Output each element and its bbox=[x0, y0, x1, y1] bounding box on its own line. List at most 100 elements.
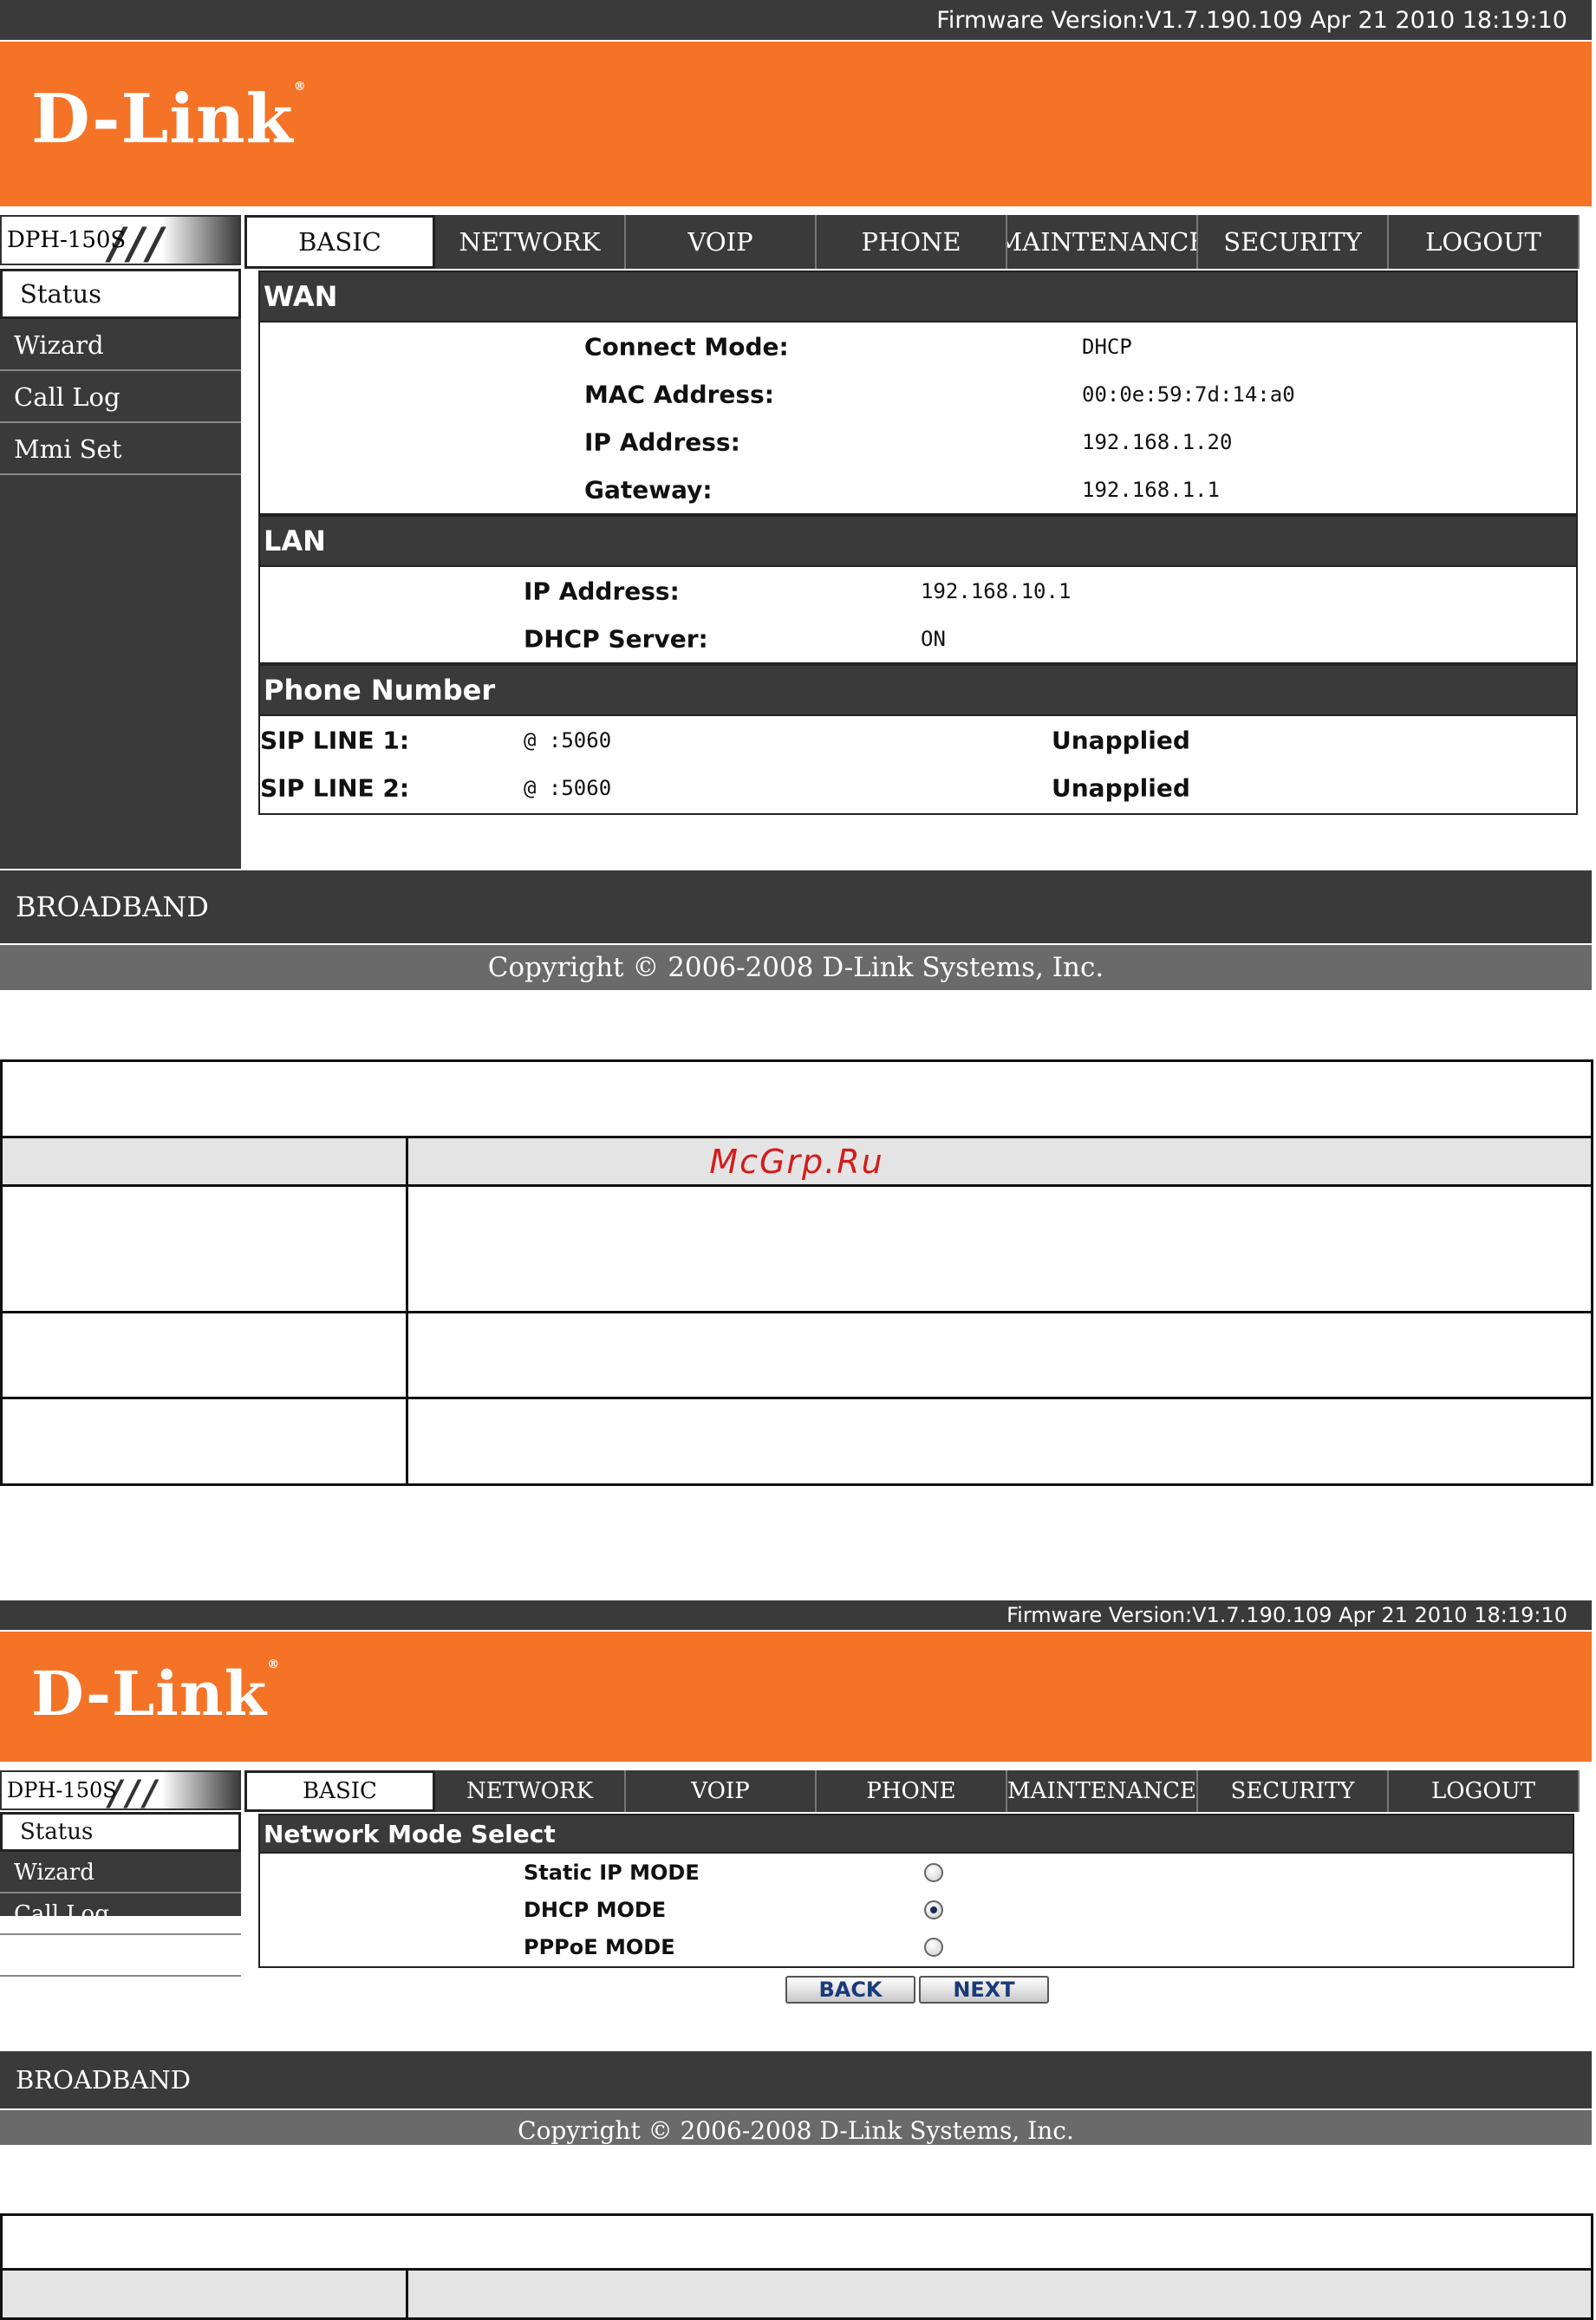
sidebar-item-wizard[interactable]: Wizard bbox=[0, 1854, 241, 1893]
tab-security[interactable]: SECURITY bbox=[1198, 215, 1389, 269]
wan-gateway-value: 192.168.1.1 bbox=[1082, 477, 1220, 502]
firmware-bar: Firmware Version:V1.7.190.109 Apr 21 201… bbox=[0, 0, 1592, 40]
sidebar-item-mmi-set[interactable]: Mmi Set bbox=[0, 1937, 241, 1977]
sidebar-item-mmi-set[interactable]: Mmi Set bbox=[0, 425, 241, 475]
copyright-text: Copyright © 2006-2008 D-Link Systems, In… bbox=[487, 952, 1104, 983]
mode-option-row: PPPoE MODE bbox=[260, 1928, 1573, 1965]
doc-table-cell bbox=[3, 1313, 408, 1397]
network-mode-header: Network Mode Select bbox=[260, 1815, 1573, 1854]
wan-ip-value: 192.168.1.20 bbox=[1082, 429, 1233, 454]
next-button[interactable]: NEXT bbox=[919, 1976, 1049, 2004]
broadband-label: BROADBAND bbox=[16, 2065, 191, 2095]
sidebar-item-call-log[interactable]: Call Log bbox=[0, 1895, 241, 1935]
mode-option-row: DHCP MODE bbox=[260, 1891, 1573, 1928]
sip-line-1-status: Unapplied bbox=[1052, 726, 1190, 754]
copyright-bar: Copyright © 2006-2008 D-Link Systems, In… bbox=[0, 2110, 1592, 2145]
slashes-decoration: / / / bbox=[109, 217, 239, 264]
wan-connect-mode-value: DHCP bbox=[1082, 334, 1132, 359]
sidebar-item-wizard[interactable]: Wizard bbox=[0, 321, 241, 371]
firmware-version: Firmware Version:V1.7.190.109 Apr 21 201… bbox=[1006, 1603, 1567, 1627]
tab-maintenance[interactable]: MAINTENANCE bbox=[1007, 1770, 1198, 1812]
sip-line-2-label: SIP LINE 2: bbox=[260, 773, 410, 802]
brand-banner: D-Link® bbox=[0, 42, 1592, 206]
sidebar-item-status[interactable]: Status bbox=[0, 1812, 241, 1852]
phone-number-panel: Phone Number SIP LINE 1: @ :5060 Unappli… bbox=[258, 664, 1578, 815]
doc-table-2 bbox=[0, 2213, 1593, 2320]
tab-phone[interactable]: PHONE bbox=[817, 215, 1007, 269]
doc-table-cell bbox=[3, 1187, 408, 1311]
logo-text: D-Link bbox=[31, 1658, 268, 1730]
lan-header: LAN bbox=[260, 517, 1576, 567]
slashes-decoration: / / / bbox=[109, 1772, 239, 1808]
wan-gateway-label: Gateway: bbox=[584, 475, 713, 504]
wan-row: Gateway: 192.168.1.1 bbox=[260, 466, 1576, 513]
lan-panel: LAN IP Address: 192.168.10.1 DHCP Server… bbox=[258, 515, 1578, 664]
doc-table-header-cell bbox=[3, 2271, 408, 2317]
status-screenshot: Firmware Version:V1.7.190.109 Apr 21 201… bbox=[0, 0, 1596, 993]
doc-table-row bbox=[3, 1399, 1591, 1483]
top-nav-tabs: BASIC NETWORK VOIP PHONE MAINTENANCE SEC… bbox=[244, 215, 1580, 269]
static-ip-mode-label: Static IP MODE bbox=[524, 1860, 700, 1885]
sip-line-1-label: SIP LINE 1: bbox=[260, 726, 410, 754]
dhcp-mode-radio[interactable] bbox=[924, 1900, 943, 1919]
network-mode-panel: Network Mode Select Static IP MODE DHCP … bbox=[258, 1814, 1574, 1968]
broadband-footer: BROADBAND bbox=[0, 2051, 1592, 2108]
lan-row: IP Address: 192.168.10.1 bbox=[260, 567, 1576, 615]
sip-line-2-status: Unapplied bbox=[1052, 773, 1190, 802]
tab-maintenance[interactable]: MAINTENANCE bbox=[1007, 215, 1198, 269]
sidebar: Status Wizard Call Log Mmi Set bbox=[0, 269, 241, 869]
model-name: DPH-150S bbox=[7, 1778, 117, 1802]
sidebar: Status Wizard Call Log Mmi Set bbox=[0, 1812, 241, 1977]
tab-basic[interactable]: BASIC bbox=[244, 215, 435, 269]
wan-mac-label: MAC Address: bbox=[584, 380, 774, 408]
doc-table-row bbox=[3, 1187, 1591, 1313]
tab-logout[interactable]: LOGOUT bbox=[1389, 1770, 1580, 1812]
sip-line-2-value: @ :5060 bbox=[524, 775, 612, 800]
sidebar-item-call-log[interactable]: Call Log bbox=[0, 373, 241, 423]
mode-option-row: Static IP MODE bbox=[260, 1854, 1573, 1891]
tab-voip[interactable]: VOIP bbox=[626, 215, 817, 269]
dlink-logo: D-Link® bbox=[31, 80, 307, 159]
dhcp-mode-label: DHCP MODE bbox=[524, 1897, 667, 1922]
tab-voip[interactable]: VOIP bbox=[626, 1770, 817, 1812]
lan-ip-value: 192.168.10.1 bbox=[921, 578, 1072, 603]
wan-row: MAC Address: 00:0e:59:7d:14:a0 bbox=[260, 370, 1576, 418]
logo-text: D-Link bbox=[31, 80, 294, 159]
doc-table-cell bbox=[3, 1399, 408, 1483]
back-button[interactable]: BACK bbox=[785, 1976, 915, 2004]
lan-row: DHCP Server: ON bbox=[260, 615, 1576, 662]
wan-mac-value: 00:0e:59:7d:14:a0 bbox=[1082, 381, 1295, 407]
wan-connect-mode-label: Connect Mode: bbox=[584, 332, 789, 361]
registered-mark: ® bbox=[267, 1658, 281, 1672]
tab-logout[interactable]: LOGOUT bbox=[1389, 215, 1580, 269]
sidebar-item-status[interactable]: Status bbox=[0, 269, 241, 319]
doc-table-title-row bbox=[3, 1062, 1591, 1138]
tab-security[interactable]: SECURITY bbox=[1198, 1770, 1389, 1812]
doc-table-title-row bbox=[3, 2216, 1591, 2271]
wan-row: Connect Mode: DHCP bbox=[260, 323, 1576, 370]
firmware-bar: Firmware Version:V1.7.190.109 Apr 21 201… bbox=[0, 1600, 1592, 1630]
brand-banner: D-Link® bbox=[0, 1632, 1592, 1762]
firmware-version: Firmware Version:V1.7.190.109 Apr 21 201… bbox=[936, 6, 1567, 34]
lan-dhcp-value: ON bbox=[921, 626, 946, 651]
lan-ip-label: IP Address: bbox=[524, 577, 680, 605]
model-label: DPH-150S / / / bbox=[0, 1770, 241, 1810]
top-nav-tabs: BASIC NETWORK VOIP PHONE MAINTENANCE SEC… bbox=[244, 1770, 1580, 1812]
tab-network[interactable]: NETWORK bbox=[435, 1770, 626, 1812]
sip-line-row: SIP LINE 1: @ :5060 Unapplied bbox=[260, 716, 1576, 764]
pppoe-mode-radio[interactable] bbox=[924, 1937, 943, 1957]
wan-header: WAN bbox=[260, 272, 1576, 323]
tab-network[interactable]: NETWORK bbox=[435, 215, 626, 269]
tab-phone[interactable]: PHONE bbox=[817, 1770, 1007, 1812]
doc-table-header-row bbox=[3, 2271, 1591, 2320]
dlink-logo: D-Link® bbox=[31, 1658, 280, 1730]
model-label: DPH-150S / / / bbox=[0, 215, 241, 265]
network-mode-screenshot: Firmware Version:V1.7.190.109 Apr 21 201… bbox=[0, 1600, 1596, 2147]
static-ip-mode-radio[interactable] bbox=[924, 1862, 943, 1882]
doc-table-row bbox=[3, 1313, 1591, 1399]
doc-table-header-row: McGrp.Ru bbox=[3, 1138, 1591, 1187]
tab-basic[interactable]: BASIC bbox=[244, 1770, 435, 1812]
pppoe-mode-label: PPPoE MODE bbox=[524, 1934, 675, 1959]
model-name: DPH-150S bbox=[7, 227, 127, 253]
registered-mark: ® bbox=[293, 80, 307, 94]
